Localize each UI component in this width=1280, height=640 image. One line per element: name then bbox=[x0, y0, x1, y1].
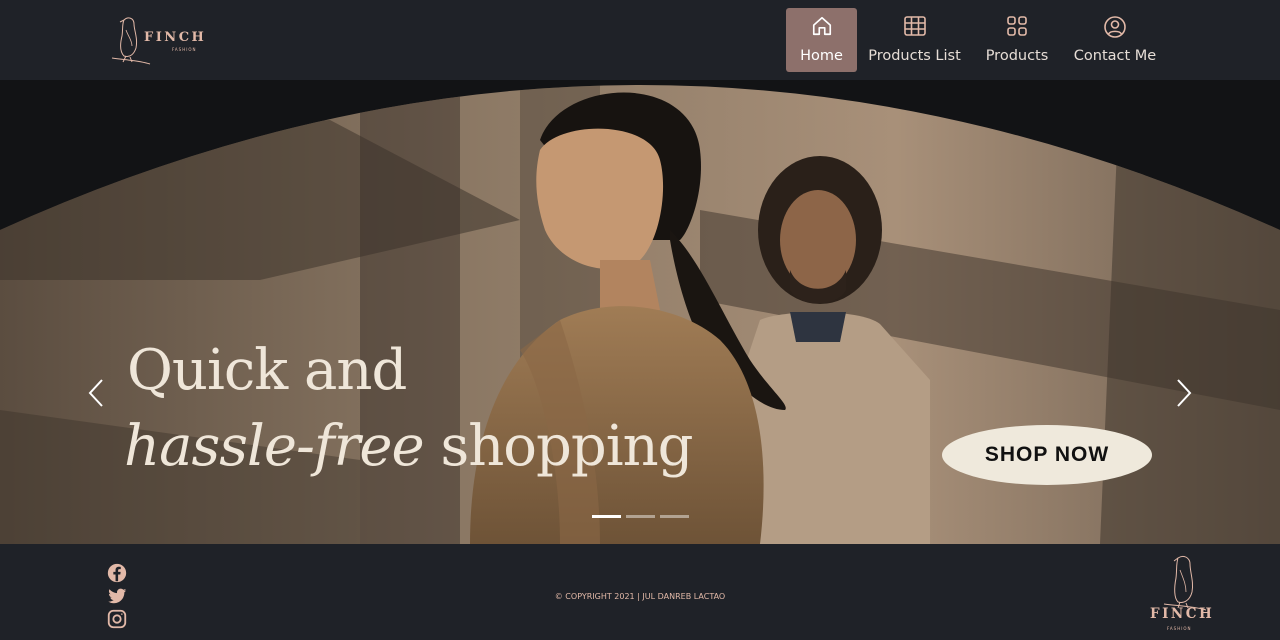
instagram-icon bbox=[107, 609, 127, 629]
hero-headline-line2: hassle-free shopping bbox=[124, 414, 694, 479]
carousel-indicator-3[interactable] bbox=[660, 515, 689, 518]
footer-brand-tagline: FASHION bbox=[1167, 626, 1192, 631]
footer: © COPYRIGHT 2021 | JUL DANREB LACTAO FIN… bbox=[0, 544, 1280, 640]
shop-now-button[interactable]: SHOP NOW bbox=[942, 425, 1152, 485]
chevron-left-icon bbox=[88, 379, 103, 407]
brand-tagline: FASHION bbox=[172, 47, 197, 52]
top-navbar: FINCH FASHION Home Products List Product… bbox=[0, 0, 1280, 80]
carousel-indicator-1[interactable] bbox=[592, 515, 621, 518]
hero-headline-rest: shopping bbox=[423, 414, 693, 479]
brand-logo[interactable]: FINCH FASHION bbox=[110, 14, 210, 66]
nav-contact-label: Contact Me bbox=[1073, 48, 1157, 64]
hero-headline-italic: hassle-free bbox=[124, 414, 425, 479]
carousel-indicator-2[interactable] bbox=[626, 515, 655, 518]
chevron-right-icon bbox=[1177, 379, 1192, 407]
home-icon bbox=[812, 16, 831, 36]
grid-icon bbox=[1007, 16, 1027, 36]
carousel-indicators bbox=[592, 515, 689, 518]
nav-products-label: Products bbox=[985, 48, 1049, 64]
brand-name: FINCH bbox=[144, 30, 207, 45]
carousel-prev-button[interactable] bbox=[84, 376, 108, 410]
nav-products-list[interactable]: Products List bbox=[866, 8, 963, 72]
nav-home[interactable]: Home bbox=[786, 8, 857, 72]
instagram-link[interactable] bbox=[106, 608, 128, 630]
nav-home-label: Home bbox=[800, 48, 843, 64]
nav-contact[interactable]: Contact Me bbox=[1070, 8, 1160, 72]
facebook-link[interactable] bbox=[106, 562, 128, 584]
carousel-next-button[interactable] bbox=[1172, 376, 1196, 410]
nav-products-list-label: Products List bbox=[868, 48, 961, 64]
copyright-text: © COPYRIGHT 2021 | JUL DANREB LACTAO bbox=[554, 592, 726, 601]
footer-finch-bird-icon bbox=[1163, 555, 1207, 611]
footer-brand-name: FINCH bbox=[1150, 606, 1215, 622]
nav-products[interactable]: Products bbox=[980, 8, 1054, 72]
facebook-icon bbox=[107, 563, 127, 583]
table-icon bbox=[903, 16, 926, 36]
user-circle-icon bbox=[1104, 16, 1126, 38]
hero-headline-line1: Quick and bbox=[127, 338, 407, 403]
